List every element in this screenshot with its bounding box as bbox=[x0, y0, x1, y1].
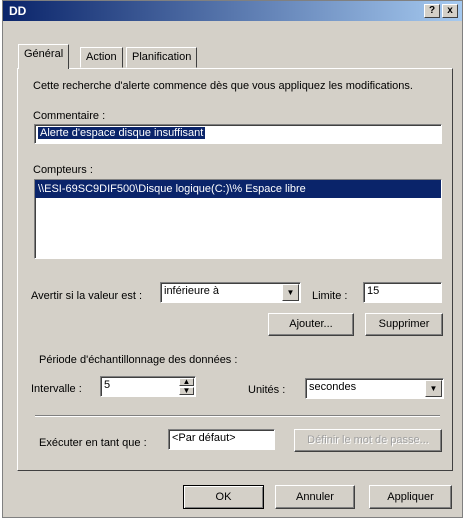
comment-value: Alerte d'espace disque insuffisant bbox=[38, 127, 206, 139]
chevron-down-icon[interactable]: ▼ bbox=[425, 380, 442, 397]
alert-if-value: inférieure à bbox=[164, 285, 220, 297]
alert-if-label: Avertir si la valeur est : bbox=[31, 290, 143, 302]
properties-dialog: DD ? x Général Action Planification Cett… bbox=[2, 0, 463, 518]
tab-planification[interactable]: Planification bbox=[126, 47, 198, 68]
interval-value: 5 bbox=[104, 379, 111, 391]
apply-button[interactable]: Appliquer bbox=[369, 485, 452, 509]
units-label: Unités : bbox=[248, 384, 286, 396]
help-button[interactable]: ? bbox=[424, 4, 440, 18]
window-title: DD bbox=[9, 4, 27, 18]
run-as-field[interactable]: <Par défaut> bbox=[168, 429, 275, 450]
title-bar[interactable]: DD ? x bbox=[3, 1, 462, 21]
units-value: secondes bbox=[309, 381, 357, 393]
close-button[interactable]: x bbox=[442, 4, 458, 18]
separator-highlight bbox=[35, 416, 440, 417]
interval-label: Intervalle : bbox=[31, 383, 82, 395]
chevron-down-icon[interactable]: ▼ bbox=[282, 284, 299, 301]
tab-action[interactable]: Action bbox=[80, 47, 123, 68]
add-button[interactable]: Ajouter... bbox=[268, 313, 354, 336]
remove-button[interactable]: Supprimer bbox=[365, 313, 443, 336]
set-password-button[interactable]: Définir le mot de passe... bbox=[294, 429, 442, 452]
intro-text: Cette recherche d'alerte commence dès qu… bbox=[33, 80, 413, 92]
units-select[interactable]: secondes bbox=[305, 378, 444, 399]
counters-list[interactable]: \\ESI-69SC9DIF500\Disque logique(C:)\% E… bbox=[34, 179, 442, 259]
spin-up-icon[interactable]: ▲ bbox=[179, 378, 194, 386]
cancel-button[interactable]: Annuler bbox=[275, 485, 355, 509]
counters-label: Compteurs : bbox=[33, 164, 93, 176]
limit-field[interactable]: 15 bbox=[363, 282, 442, 303]
limit-label: Limite : bbox=[312, 290, 348, 302]
run-as-value: <Par défaut> bbox=[172, 432, 236, 444]
comment-label: Commentaire : bbox=[33, 110, 106, 122]
spin-down-icon[interactable]: ▼ bbox=[179, 387, 194, 395]
sampling-label: Période d'échantillonnage des données : bbox=[39, 354, 238, 366]
tab-general[interactable]: Général bbox=[18, 44, 70, 69]
list-item[interactable]: \\ESI-69SC9DIF500\Disque logique(C:)\% E… bbox=[35, 180, 441, 198]
alert-if-select[interactable]: inférieure à bbox=[160, 282, 301, 303]
limit-value: 15 bbox=[367, 285, 380, 297]
run-as-label: Exécuter en tant que : bbox=[39, 437, 147, 449]
ok-button[interactable]: OK bbox=[183, 485, 264, 509]
comment-field[interactable]: Alerte d'espace disque insuffisant bbox=[34, 124, 442, 144]
